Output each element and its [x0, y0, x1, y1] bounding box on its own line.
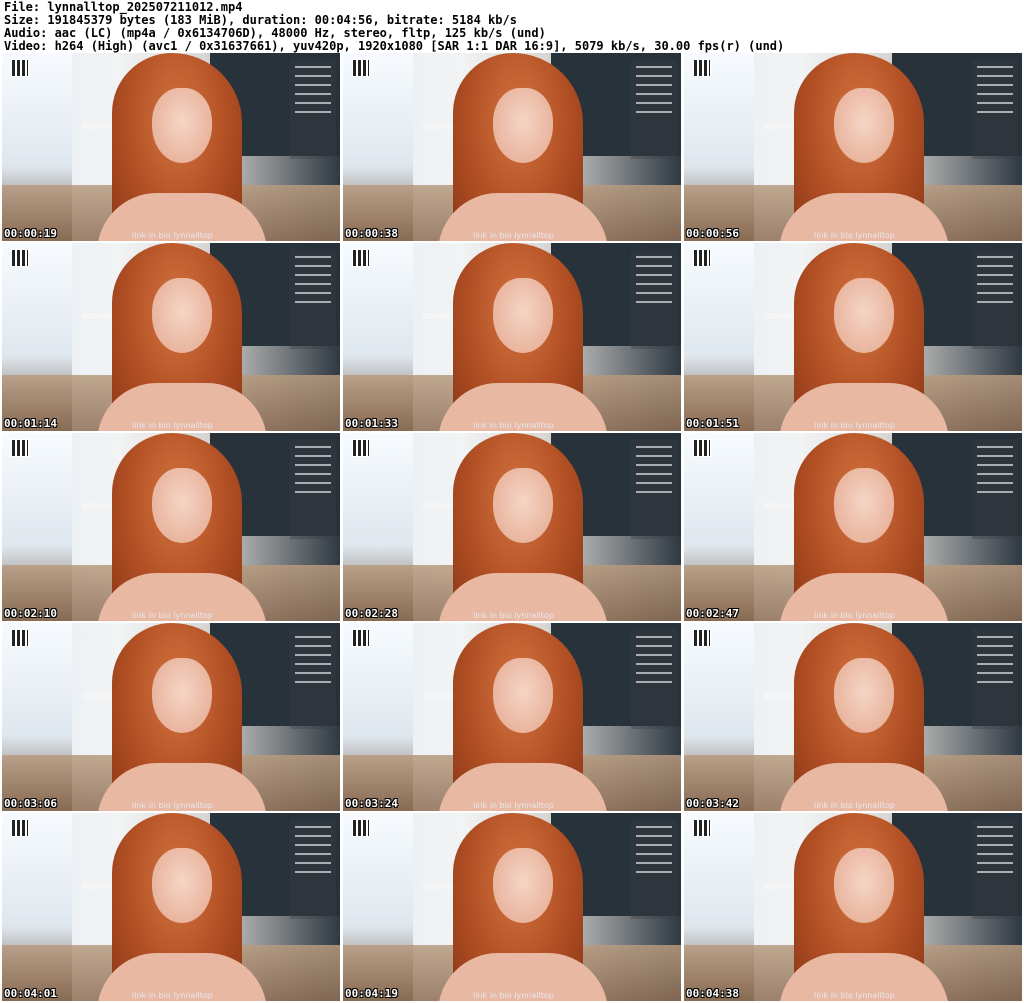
- watermark-text: link in bio lynnalltop: [814, 991, 895, 1000]
- person-face: [493, 278, 553, 353]
- timestamp-label: 00:02:10: [4, 607, 57, 620]
- video-thumbnail[interactable]: link in bio lynnalltop 00:04:01: [2, 813, 340, 1001]
- person-face: [834, 468, 894, 543]
- tip-menu-overlay: [631, 439, 677, 539]
- timestamp-label: 00:00:19: [4, 227, 57, 240]
- qr-code-icon: [352, 819, 370, 837]
- person-face: [834, 848, 894, 923]
- tip-menu-overlay: [631, 629, 677, 729]
- timestamp-label: 00:03:24: [345, 797, 398, 810]
- video-thumbnail[interactable]: link in bio lynnalltop 00:01:14: [2, 243, 340, 431]
- qr-code-icon: [11, 629, 29, 647]
- person-face: [493, 88, 553, 163]
- timestamp-label: 00:01:51: [686, 417, 739, 430]
- timestamp-label: 00:03:06: [4, 797, 57, 810]
- person-face: [152, 468, 212, 543]
- timestamp-label: 00:03:42: [686, 797, 739, 810]
- watermark-text: link in bio lynnalltop: [132, 991, 213, 1000]
- watermark-text: link in bio lynnalltop: [473, 801, 554, 810]
- watermark-text: link in bio lynnalltop: [814, 611, 895, 620]
- video-thumbnail[interactable]: link in bio lynnalltop 00:01:33: [343, 243, 681, 431]
- watermark-text: link in bio lynnalltop: [814, 421, 895, 430]
- watermark-text: link in bio lynnalltop: [132, 231, 213, 240]
- person-face: [834, 88, 894, 163]
- video-thumbnail[interactable]: link in bio lynnalltop 00:00:38: [343, 53, 681, 241]
- video-thumbnail[interactable]: link in bio lynnalltop 00:04:38: [684, 813, 1022, 1001]
- video-thumbnail[interactable]: link in bio lynnalltop 00:02:28: [343, 433, 681, 621]
- timestamp-label: 00:02:47: [686, 607, 739, 620]
- qr-code-icon: [693, 629, 711, 647]
- video-thumbnail[interactable]: link in bio lynnalltop 00:00:19: [2, 53, 340, 241]
- video-thumbnail[interactable]: link in bio lynnalltop 00:03:06: [2, 623, 340, 811]
- tip-menu-overlay: [972, 59, 1018, 159]
- video-info-line: Video: h264 (High) (avc1 / 0x31637661), …: [4, 39, 785, 53]
- qr-code-icon: [11, 249, 29, 267]
- tip-menu-overlay: [972, 629, 1018, 729]
- video-thumbnail[interactable]: link in bio lynnalltop 00:01:51: [684, 243, 1022, 431]
- video-thumbnail[interactable]: link in bio lynnalltop 00:04:19: [343, 813, 681, 1001]
- watermark-text: link in bio lynnalltop: [473, 991, 554, 1000]
- qr-code-icon: [693, 439, 711, 457]
- tip-menu-overlay: [631, 249, 677, 349]
- video-thumbnail[interactable]: link in bio lynnalltop 00:03:24: [343, 623, 681, 811]
- timestamp-label: 00:04:38: [686, 987, 739, 1000]
- tip-menu-overlay: [972, 249, 1018, 349]
- qr-code-icon: [352, 439, 370, 457]
- video-thumbnail[interactable]: link in bio lynnalltop 00:00:56: [684, 53, 1022, 241]
- file-info-header: File: lynnalltop_202507211012.mp4 Size: …: [4, 1, 784, 53]
- timestamp-label: 00:04:19: [345, 987, 398, 1000]
- qr-code-icon: [693, 249, 711, 267]
- qr-code-icon: [11, 819, 29, 837]
- qr-code-icon: [11, 59, 29, 77]
- qr-code-icon: [352, 59, 370, 77]
- tip-menu-overlay: [290, 819, 336, 919]
- person-face: [493, 468, 553, 543]
- thumbnail-grid: link in bio lynnalltop 00:00:19 link in …: [2, 53, 1022, 1001]
- person-face: [152, 848, 212, 923]
- qr-code-icon: [693, 819, 711, 837]
- watermark-text: link in bio lynnalltop: [132, 801, 213, 810]
- person-face: [152, 658, 212, 733]
- watermark-text: link in bio lynnalltop: [473, 421, 554, 430]
- tip-menu-overlay: [972, 819, 1018, 919]
- timestamp-label: 00:00:56: [686, 227, 739, 240]
- watermark-text: link in bio lynnalltop: [132, 611, 213, 620]
- timestamp-label: 00:04:01: [4, 987, 57, 1000]
- person-face: [493, 848, 553, 923]
- qr-code-icon: [693, 59, 711, 77]
- tip-menu-overlay: [290, 629, 336, 729]
- timestamp-label: 00:02:28: [345, 607, 398, 620]
- qr-code-icon: [352, 629, 370, 647]
- video-thumbnail[interactable]: link in bio lynnalltop 00:02:10: [2, 433, 340, 621]
- video-thumbnail[interactable]: link in bio lynnalltop 00:03:42: [684, 623, 1022, 811]
- person-face: [493, 658, 553, 733]
- tip-menu-overlay: [290, 439, 336, 539]
- watermark-text: link in bio lynnalltop: [814, 801, 895, 810]
- person-face: [834, 278, 894, 353]
- timestamp-label: 00:00:38: [345, 227, 398, 240]
- qr-code-icon: [11, 439, 29, 457]
- timestamp-label: 00:01:33: [345, 417, 398, 430]
- person-face: [834, 658, 894, 733]
- qr-code-icon: [352, 249, 370, 267]
- tip-menu-overlay: [631, 819, 677, 919]
- watermark-text: link in bio lynnalltop: [473, 611, 554, 620]
- video-thumbnail[interactable]: link in bio lynnalltop 00:02:47: [684, 433, 1022, 621]
- tip-menu-overlay: [290, 249, 336, 349]
- watermark-text: link in bio lynnalltop: [132, 421, 213, 430]
- timestamp-label: 00:01:14: [4, 417, 57, 430]
- tip-menu-overlay: [290, 59, 336, 159]
- person-face: [152, 88, 212, 163]
- tip-menu-overlay: [972, 439, 1018, 539]
- watermark-text: link in bio lynnalltop: [814, 231, 895, 240]
- tip-menu-overlay: [631, 59, 677, 159]
- watermark-text: link in bio lynnalltop: [473, 231, 554, 240]
- person-face: [152, 278, 212, 353]
